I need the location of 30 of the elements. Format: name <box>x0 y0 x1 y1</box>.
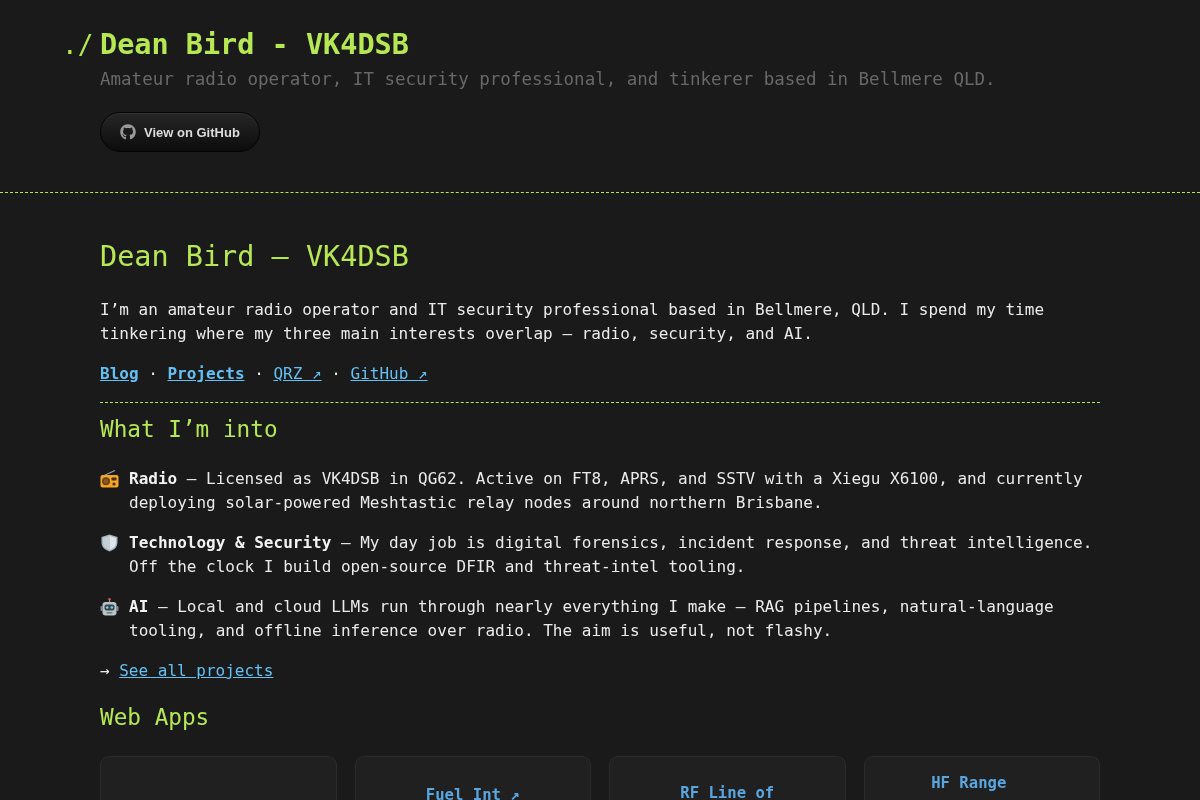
app-card[interactable]: Fuel Int ↗ <box>354 756 591 800</box>
nav-link[interactable]: Projects <box>167 364 245 383</box>
github-icon <box>120 124 136 140</box>
robot-icon <box>100 598 119 616</box>
shield-icon <box>100 534 119 552</box>
site-title: Dean Bird - VK4DSB <box>100 28 409 62</box>
separator-text: · <box>148 364 158 383</box>
separator-text: · <box>254 364 264 383</box>
arrow-icon: → <box>100 659 110 683</box>
app-link[interactable]: Fuel Int ↗ <box>425 787 520 800</box>
nav-link[interactable]: GitHub ↗ <box>350 364 428 383</box>
site-tagline: Amateur radio operator, IT security professional, and tinkerer based in Bellmere QLD. <box>100 68 997 91</box>
interest-text: AI — Local and cloud LLMs run through nearly everything I make — RAG pipelines, natural-language tooling, and offline inference over radio. The aim is useful, not flashy. <box>129 596 1055 642</box>
nav-link[interactable]: QRZ ↗ <box>273 364 322 383</box>
app-card[interactable]: HF Range <box>863 756 1100 800</box>
nav-link[interactable]: Blog <box>100 364 139 383</box>
interest-text: Technology & Security — My day job is digital forensics, incident response, and threat intelligence. Off the clock I build open-source DFIR and threat-intel tooling. <box>129 532 1094 578</box>
app-card[interactable]: RF Line of <box>609 756 846 800</box>
separator-text: · <box>331 364 341 383</box>
github-button[interactable]: View on GitHub <box>100 112 260 152</box>
app-link[interactable]: HF Range <box>931 775 1007 791</box>
section-heading: What I’m into <box>100 415 279 443</box>
app-link[interactable]: RF Line of <box>680 785 775 800</box>
page-heading: Dean Bird — VK4DSB <box>100 240 410 274</box>
interest-text: Radio — Licensed as VK4DSB in QG62. Active on FT8, APRS, and SSTV with a Xiegu X6100, and currently deploying solar-powered Meshtastic relay nodes around northern Brisbane. <box>129 468 1084 514</box>
intro-text: I’m an amateur radio operator and IT security professional based in Bellmere, QLD. I spend my time tinkering where my three main interests overlap — radio, security, and AI. <box>100 299 1045 345</box>
prompt-text: ./ <box>62 29 95 62</box>
radio-icon <box>100 470 119 488</box>
projects-link[interactable]: See all projects <box>119 659 274 683</box>
section-heading: Web Apps <box>100 703 211 731</box>
